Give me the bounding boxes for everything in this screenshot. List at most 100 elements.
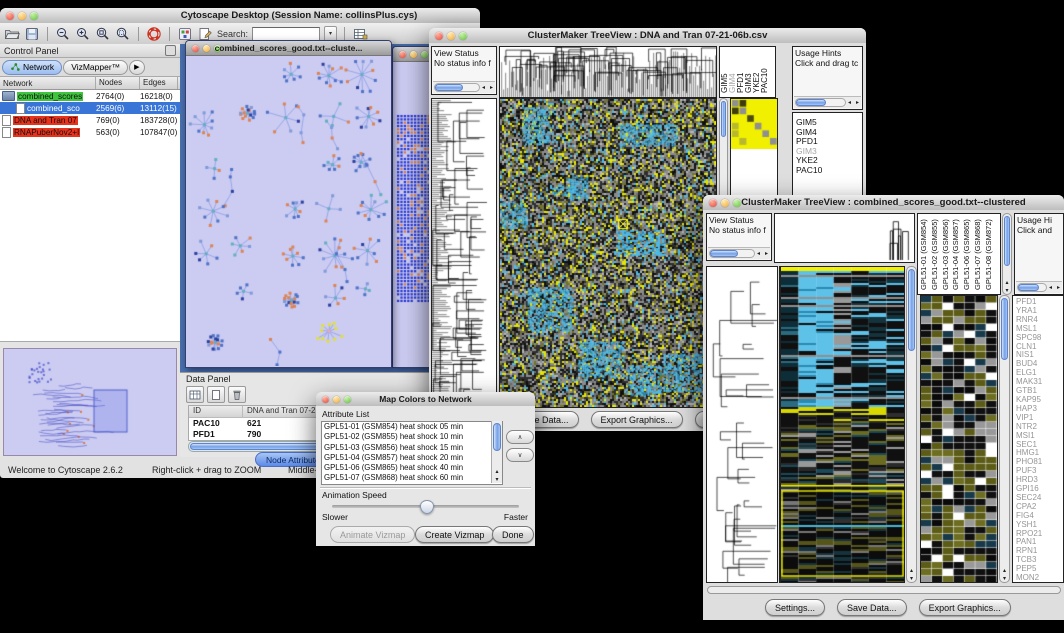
- network-overview-canvas[interactable]: [4, 349, 176, 453]
- scroll-right-icon[interactable]: [763, 248, 770, 259]
- scrollbar-thumb[interactable]: [493, 423, 501, 451]
- column-label[interactable]: GIM3: [745, 47, 753, 93]
- column-labels-vscrollbar[interactable]: [1002, 213, 1012, 295]
- zoom-button[interactable]: [421, 51, 428, 58]
- zoom-in-icon[interactable]: [75, 26, 91, 42]
- scroll-up-icon[interactable]: [1003, 279, 1011, 286]
- column-label[interactable]: PFD1: [737, 47, 745, 93]
- heatmap-vscrollbar[interactable]: [906, 266, 917, 583]
- row-dendrogram-canvas[interactable]: [707, 267, 777, 582]
- scrollbar-thumb[interactable]: [1004, 216, 1010, 266]
- new-attribute-button[interactable]: [207, 386, 225, 403]
- usage-hints-hscrollbar[interactable]: [794, 96, 861, 108]
- network-view-canvas-1[interactable]: [186, 56, 389, 366]
- scroll-down-icon[interactable]: [492, 476, 502, 483]
- attribute-list-item[interactable]: GPL51-04 (GSM857) heat shock 20 min: [322, 453, 502, 463]
- scroll-up-icon[interactable]: [492, 468, 502, 475]
- scroll-down-icon[interactable]: [907, 575, 916, 582]
- minimize-button[interactable]: [410, 51, 417, 58]
- network-list-item-selected[interactable]: combined_sco 2569(6) 13112(15): [0, 102, 180, 114]
- scroll-right-icon[interactable]: [488, 82, 495, 93]
- tab-vizmapper[interactable]: VizMapper™: [63, 60, 128, 75]
- minimize-button[interactable]: [18, 12, 26, 20]
- minimize-button[interactable]: [333, 396, 340, 403]
- column-label[interactable]: GPL51-02 (GSM855): [930, 216, 941, 290]
- save-data-button[interactable]: Save Data...: [837, 599, 907, 616]
- scroll-down-icon[interactable]: [1000, 575, 1009, 582]
- scrollbar-thumb[interactable]: [435, 84, 463, 91]
- row-dendrogram-canvas[interactable]: [432, 99, 496, 407]
- scroll-left-icon[interactable]: [755, 248, 762, 259]
- column-label[interactable]: GIM4: [729, 47, 737, 93]
- view-status-hscrollbar[interactable]: [708, 247, 770, 259]
- subheatmap-vscrollbar[interactable]: [999, 295, 1010, 583]
- close-button[interactable]: [6, 12, 14, 20]
- scrollbar-thumb[interactable]: [721, 101, 726, 137]
- scrollbar-thumb[interactable]: [796, 99, 826, 106]
- heatmap-canvas[interactable]: [781, 267, 904, 582]
- close-button[interactable]: [709, 199, 717, 207]
- bottom-hscrollbar[interactable]: [707, 586, 1061, 594]
- scroll-right-icon[interactable]: [854, 97, 861, 108]
- move-up-button[interactable]: ∧: [506, 430, 534, 444]
- attribute-list-item[interactable]: GPL51-02 (GSM855) heat shock 10 min: [322, 432, 502, 442]
- column-label[interactable]: GPL51-08 (GSM872): [984, 216, 995, 290]
- column-label[interactable]: GIM5: [721, 47, 729, 93]
- settings-button[interactable]: Settings...: [765, 599, 825, 616]
- select-attributes-button[interactable]: [186, 386, 204, 403]
- scroll-right-icon[interactable]: [1055, 282, 1062, 293]
- speed-slider[interactable]: [332, 505, 519, 508]
- scrollbar-thumb[interactable]: [908, 269, 915, 351]
- heatmap-canvas[interactable]: [500, 99, 716, 407]
- search-input[interactable]: [252, 27, 320, 41]
- treeview2-title-bar[interactable]: ClusterMaker TreeView : combined_scores_…: [703, 195, 1064, 211]
- column-dendrogram-canvas[interactable]: [500, 47, 716, 97]
- zoom-button[interactable]: [459, 32, 467, 40]
- zoom-button[interactable]: [344, 396, 351, 403]
- attr-col-id[interactable]: ID: [189, 406, 243, 417]
- zoom-button[interactable]: [30, 12, 38, 20]
- float-panel-icon[interactable]: [165, 45, 176, 56]
- view-status-hscrollbar[interactable]: [433, 81, 495, 93]
- column-label[interactable]: PAC10: [761, 47, 769, 93]
- network-list-item[interactable]: combined_scores 2764(0) 16218(0): [0, 90, 180, 102]
- scroll-left-icon[interactable]: [480, 82, 487, 93]
- zoom-out-icon[interactable]: [55, 26, 71, 42]
- scroll-down-icon[interactable]: [1003, 287, 1011, 294]
- save-session-icon[interactable]: [24, 26, 40, 42]
- column-label[interactable]: GPL51-03 (GSM856): [941, 216, 952, 290]
- column-label[interactable]: GPL51-01 (GSM854): [919, 216, 930, 290]
- minimize-button[interactable]: [203, 45, 210, 52]
- dialog-title-bar[interactable]: Map Colors to Network: [316, 392, 535, 407]
- scroll-left-icon[interactable]: [846, 97, 853, 108]
- column-label[interactable]: GPL51-07 (GSM868): [973, 216, 984, 290]
- done-button[interactable]: Done: [492, 526, 534, 543]
- tab-overflow-button[interactable]: ▶: [129, 60, 144, 75]
- minimize-button[interactable]: [447, 32, 455, 40]
- gene-label[interactable]: PAC10: [793, 166, 862, 176]
- column-label[interactable]: GPL51-04 (GSM857): [951, 216, 962, 290]
- network-list-item[interactable]: DNA and Tran 07 769(0) 183728(0): [0, 114, 180, 126]
- scroll-up-icon[interactable]: [907, 567, 916, 574]
- zoom-selected-icon[interactable]: [115, 26, 131, 42]
- gene-label[interactable]: MON2: [1013, 574, 1063, 583]
- slider-thumb[interactable]: [420, 500, 434, 514]
- export-graphics-button[interactable]: Export Graphics...: [919, 599, 1011, 616]
- export-graphics-button[interactable]: Export Graphics...: [591, 411, 683, 428]
- zoom-fit-icon[interactable]: [95, 26, 111, 42]
- zoom-button[interactable]: [733, 199, 741, 207]
- scrollbar-thumb[interactable]: [1001, 298, 1008, 360]
- network-window1-title-bar[interactable]: combined_scores_good.txt--cluste...: [186, 41, 391, 56]
- close-button[interactable]: [192, 45, 199, 52]
- scroll-left-icon[interactable]: [1047, 282, 1054, 293]
- network-overview-panel[interactable]: [3, 348, 177, 456]
- network-list-item[interactable]: RNAPuberNov2+I 563(0) 107847(0): [0, 126, 180, 138]
- column-label[interactable]: GPL51-06 (GSM865): [962, 216, 973, 290]
- subheatmap-canvas[interactable]: [921, 296, 997, 582]
- move-down-button[interactable]: ∨: [506, 448, 534, 462]
- create-vizmap-button[interactable]: Create Vizmap: [415, 526, 494, 543]
- main-title-bar[interactable]: Cytoscape Desktop (Session Name: collins…: [0, 8, 480, 24]
- scrollbar-thumb[interactable]: [1018, 284, 1039, 291]
- col-edges[interactable]: Edges: [140, 77, 178, 89]
- close-button[interactable]: [435, 32, 443, 40]
